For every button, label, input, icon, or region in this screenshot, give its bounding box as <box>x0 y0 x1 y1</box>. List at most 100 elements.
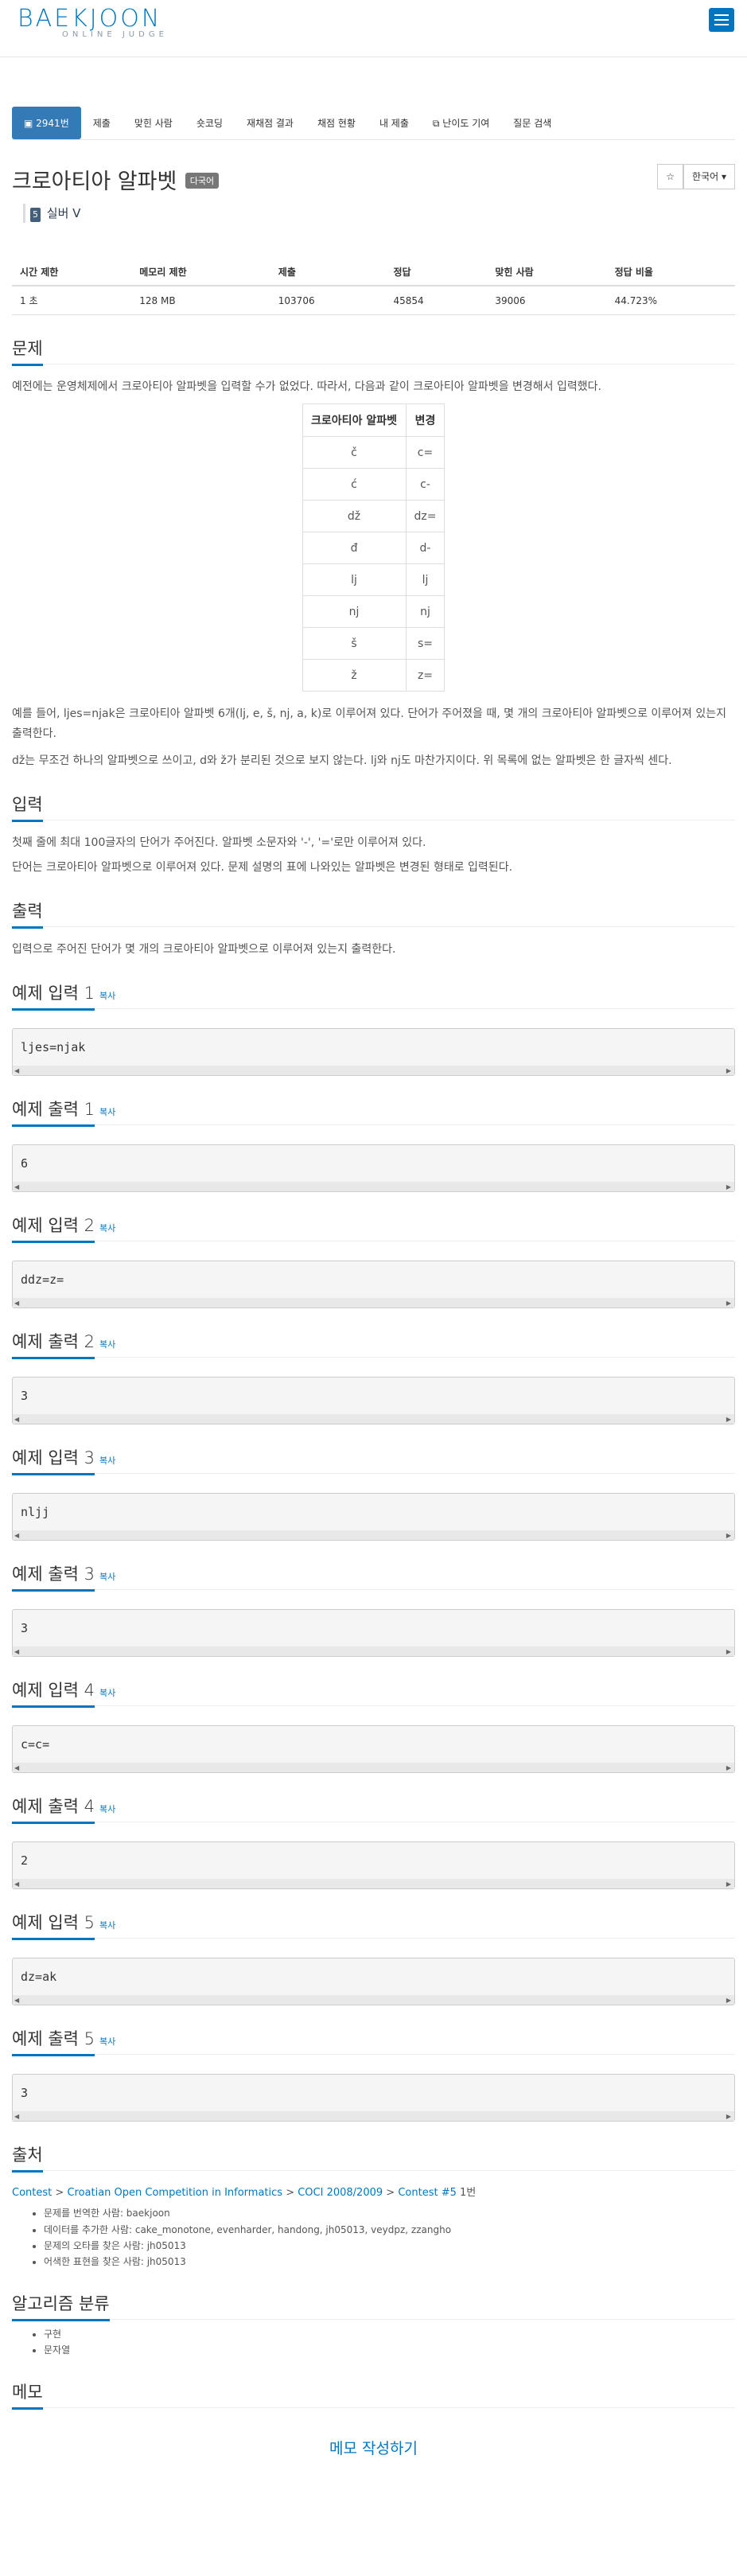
favorite-star-button[interactable]: ☆ <box>657 164 684 189</box>
horizontal-scrollbar[interactable]: ◀ ▶ <box>13 1066 734 1076</box>
td-time: 1 초 <box>12 286 132 315</box>
scroll-left-icon[interactable]: ◀ <box>14 1764 19 1771</box>
alpha-cell: s= <box>405 627 445 661</box>
copy-button[interactable]: 복사 <box>99 1223 115 1233</box>
scroll-left-icon[interactable]: ◀ <box>14 1067 19 1074</box>
alpha-cell: đ <box>302 532 407 565</box>
th-ratio: 정답 비율 <box>606 259 735 286</box>
sample-content: c=c= <box>21 1737 50 1752</box>
sample-content: 3 <box>21 1389 29 1404</box>
tab-status[interactable]: 채점 현황 <box>305 107 368 139</box>
scroll-right-icon[interactable]: ▶ <box>726 1764 731 1771</box>
sample-header: 예제 출력 2 복사 <box>12 1329 735 1360</box>
scroll-left-icon[interactable]: ◀ <box>14 1997 19 2004</box>
problem-tabs: ▣ 2941번 제출 맞힌 사람 숏코딩 재채점 결과 채점 현황 내 제출 ⧉… <box>12 107 735 140</box>
scroll-right-icon[interactable]: ▶ <box>726 1997 731 2004</box>
sample-header: 예제 입력 2 복사 <box>12 1213 735 1244</box>
horizontal-scrollbar[interactable]: ◀ ▶ <box>13 1995 734 2005</box>
alpha-cell: lj <box>405 563 445 597</box>
scroll-right-icon[interactable]: ▶ <box>726 1532 731 1539</box>
source-link-contest[interactable]: Contest <box>12 2187 52 2199</box>
sample-box: c=c= ◀ ▶ <box>12 1725 735 1774</box>
section-problem-title: 문제 <box>12 336 43 366</box>
scroll-left-icon[interactable]: ◀ <box>14 1183 19 1191</box>
section-algo-title: 알고리즘 분류 <box>12 2291 110 2321</box>
sample-box: dz=ak ◀ ▶ <box>12 1958 735 2006</box>
tab-my-submissions[interactable]: 내 제출 <box>368 107 421 139</box>
th-accepted: 정답 <box>385 259 488 286</box>
alpha-cell: dž <box>302 500 407 533</box>
scroll-right-icon[interactable]: ▶ <box>726 1416 731 1423</box>
copy-button[interactable]: 복사 <box>99 991 115 1001</box>
alpha-cell: nj <box>405 595 445 629</box>
tab-difficulty[interactable]: ⧉ 난이도 기여 <box>421 107 501 139</box>
problem-dz-note: dž는 무조건 하나의 알파벳으로 쓰이고, d와 ž가 분리된 것으로 보지 … <box>12 754 672 767</box>
horizontal-scrollbar[interactable]: ◀ ▶ <box>13 1414 734 1424</box>
td-solved: 39006 <box>487 286 607 315</box>
copy-button[interactable]: 복사 <box>99 1920 115 1931</box>
copy-button[interactable]: 복사 <box>99 1107 115 1117</box>
source-link-contest5[interactable]: Contest #5 <box>398 2187 457 2199</box>
site-logo[interactable]: BAEKJOON ONLINE JUDGE <box>18 5 168 39</box>
horizontal-scrollbar[interactable]: ◀ ▶ <box>13 1763 734 1773</box>
tab-rejudge[interactable]: 재채점 결과 <box>235 107 305 139</box>
horizontal-scrollbar[interactable]: ◀ ▶ <box>13 2111 734 2122</box>
sample-content: ddz=z= <box>21 1272 64 1288</box>
tab-short-coding[interactable]: 숏코딩 <box>185 107 235 139</box>
horizontal-scrollbar[interactable]: ◀ ▶ <box>13 1298 734 1308</box>
tab-problem[interactable]: ▣ 2941번 <box>12 107 81 139</box>
sample-title: 예제 입력 1 <box>12 980 95 1011</box>
logo-sub-text: ONLINE JUDGE <box>62 30 168 39</box>
write-memo-link[interactable]: 메모 작성하기 <box>12 2437 735 2458</box>
algo-item[interactable]: 구현 <box>44 2326 735 2342</box>
hamburger-menu-button[interactable] <box>709 8 734 32</box>
sample-title: 예제 출력 4 <box>12 1794 95 1825</box>
copy-button[interactable]: 복사 <box>99 1804 115 1814</box>
scroll-left-icon[interactable]: ◀ <box>14 1416 19 1423</box>
scroll-right-icon[interactable]: ▶ <box>726 1300 731 1307</box>
menu-icon-bar <box>714 19 729 21</box>
source-link-coci[interactable]: Croatian Open Competition in Informatics <box>67 2187 282 2199</box>
sample-content: 6 <box>21 1156 29 1171</box>
language-select[interactable]: 한국어 ▾ <box>683 164 735 189</box>
copy-button[interactable]: 복사 <box>99 1688 115 1698</box>
scroll-left-icon[interactable]: ◀ <box>14 1648 19 1655</box>
copy-button[interactable]: 복사 <box>99 1456 115 1466</box>
source-link-year[interactable]: COCI 2008/2009 <box>298 2187 383 2199</box>
horizontal-scrollbar[interactable]: ◀ ▶ <box>13 1530 734 1541</box>
tab-submit[interactable]: 제출 <box>81 107 123 139</box>
source-sep: > <box>55 2187 64 2200</box>
alpha-cell: z= <box>405 659 445 692</box>
sample-box: nljj ◀ ▶ <box>12 1493 735 1541</box>
scroll-right-icon[interactable]: ▶ <box>726 1648 731 1655</box>
tab-solved-users[interactable]: 맞힌 사람 <box>123 107 185 139</box>
sample-content: ljes=njak <box>21 1040 86 1055</box>
tab-questions[interactable]: 질문 검색 <box>501 107 563 139</box>
source-tail: 1번 <box>460 2187 477 2200</box>
scroll-right-icon[interactable]: ▶ <box>726 2113 731 2120</box>
alpha-cell: c= <box>405 436 445 470</box>
scroll-left-icon[interactable]: ◀ <box>14 2113 19 2120</box>
scroll-right-icon[interactable]: ▶ <box>726 1067 731 1074</box>
copy-button[interactable]: 복사 <box>99 1572 115 1582</box>
croatian-alphabet-table: 크로아티아 알파벳 변경 č c= ć c- dž dz= đ d- lj lj nj nj … <box>302 403 445 692</box>
credit-item: 문제를 번역한 사람: baekjoon <box>44 2205 735 2221</box>
sample-content: 3 <box>21 2086 29 2101</box>
horizontal-scrollbar[interactable]: ◀ ▶ <box>13 1647 734 1657</box>
scroll-left-icon[interactable]: ◀ <box>14 1532 19 1539</box>
problem-example-text: 예를 들어, ljes=njak은 크로아티아 알파벳 6개(lj, e, š,… <box>12 707 727 741</box>
alpha-cell: č <box>302 436 407 470</box>
multilang-badge: 다국어 <box>185 173 220 189</box>
scroll-left-icon[interactable]: ◀ <box>14 1300 19 1307</box>
tier-icon: 5 <box>30 208 41 222</box>
scroll-right-icon[interactable]: ▶ <box>726 1183 731 1191</box>
copy-button[interactable]: 복사 <box>99 1339 115 1350</box>
copy-button[interactable]: 복사 <box>99 2036 115 2047</box>
scroll-right-icon[interactable]: ▶ <box>726 1880 731 1888</box>
sample-box: 2 ◀ ▶ <box>12 1841 735 1890</box>
scroll-left-icon[interactable]: ◀ <box>14 1880 19 1888</box>
algo-item[interactable]: 문자열 <box>44 2342 735 2358</box>
tier-label[interactable]: 5 실버 V <box>23 204 735 223</box>
horizontal-scrollbar[interactable]: ◀ ▶ <box>13 1182 734 1192</box>
horizontal-scrollbar[interactable]: ◀ ▶ <box>13 1879 734 1889</box>
